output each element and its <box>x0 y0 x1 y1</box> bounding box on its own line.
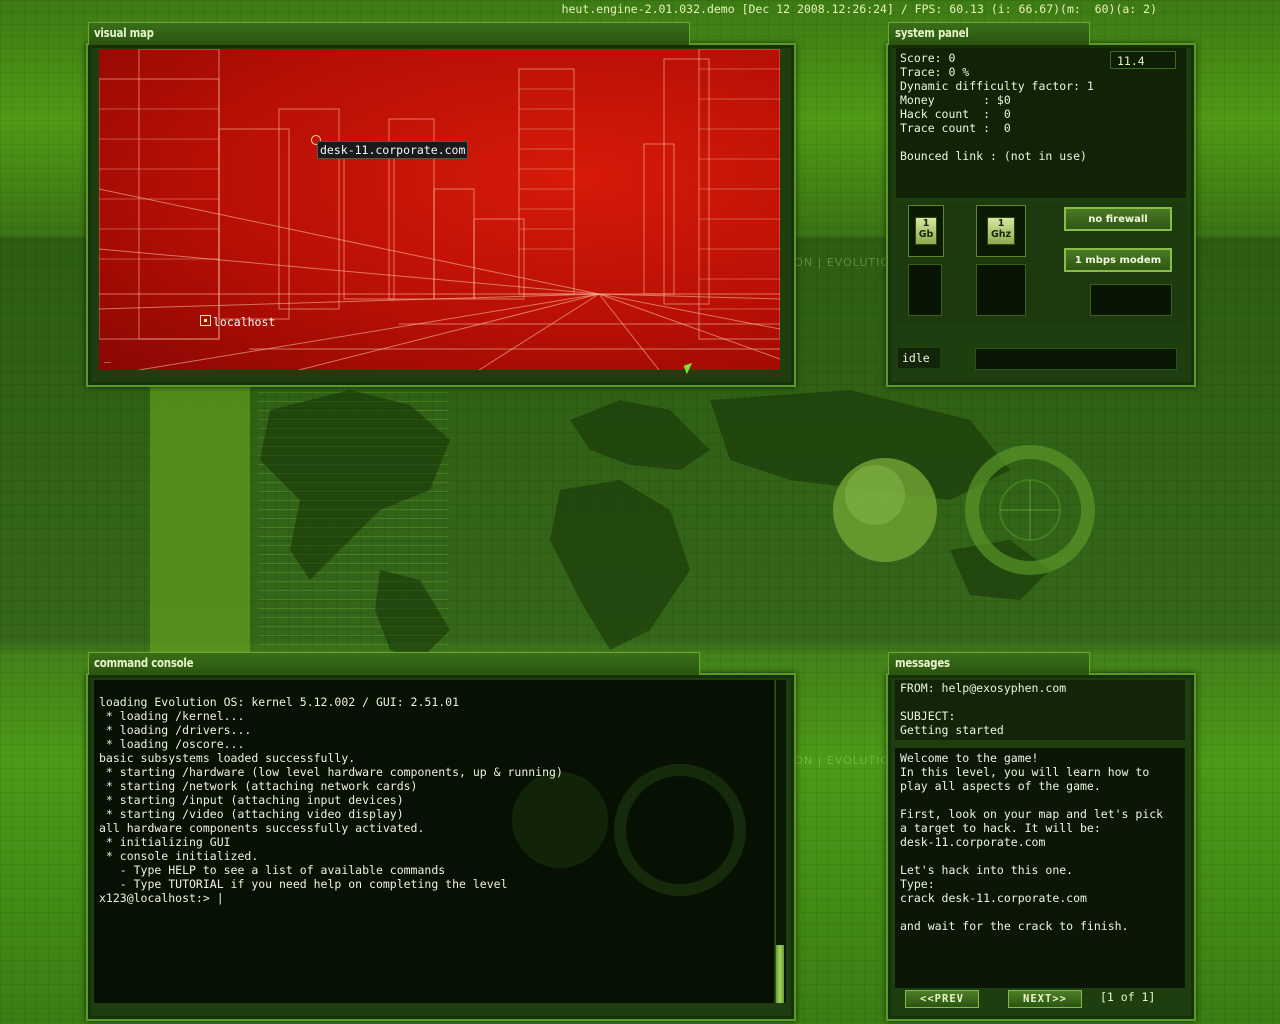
city-wireframe-view[interactable]: desk-11.corporate.com localhost _ <box>99 49 780 370</box>
stat-trace-count: Trace count : 0 <box>900 121 1011 135</box>
console-line: all hardware components successfully act… <box>99 821 425 835</box>
console-scrollbar-thumb[interactable] <box>776 945 784 1003</box>
message-subject-label: SUBJECT: <box>900 709 956 723</box>
background-watermark: ION | EVOLUTIO <box>790 256 891 269</box>
console-line: * starting /video (attaching video displ… <box>99 807 404 821</box>
engine-status-readout: heut.engine-2.01.032.demo [Dec 12 2008.1… <box>561 2 1157 16</box>
memory-slot-empty[interactable] <box>908 264 942 316</box>
message-line: a target to hack. It will be: <box>900 821 1101 835</box>
localhost-label[interactable]: localhost <box>213 315 275 329</box>
cpu-chip[interactable]: 1 Ghz <box>976 205 1026 257</box>
message-line: Welcome to the game! <box>900 751 1039 765</box>
system-stats-text: Score: 0 Trace: 0 % Dynamic difficulty f… <box>900 51 1094 163</box>
prev-message-button[interactable]: <<PREV <box>905 990 979 1008</box>
console-line: * console initialized. <box>99 849 259 863</box>
target-host-label[interactable]: desk-11.corporate.com <box>317 141 469 159</box>
extra-hardware-slot[interactable] <box>1090 284 1172 316</box>
system-progress-bar <box>975 348 1177 370</box>
stat-score: Score: 0 <box>900 51 956 65</box>
visual-map-title: visual map <box>94 26 154 40</box>
console-line: * loading /drivers... <box>99 723 252 737</box>
console-output-text: loading Evolution OS: kernel 5.12.002 / … <box>99 695 563 905</box>
message-from: FROM: help@exosyphen.com <box>900 681 1067 695</box>
message-line: desk-11.corporate.com <box>900 835 1046 849</box>
message-page-indicator: [1 of 1] <box>1100 990 1156 1004</box>
message-body-text: Welcome to the game! In this level, you … <box>900 751 1163 933</box>
messages-title: messages <box>895 656 950 670</box>
system-panel-title: system panel <box>895 26 969 40</box>
cpu-slot-empty[interactable] <box>976 264 1026 316</box>
console-input-prompt[interactable]: x123@localhost:> | <box>99 891 224 905</box>
world-map-graphic <box>260 390 1095 660</box>
console-line: loading Evolution OS: kernel 5.12.002 / … <box>99 695 460 709</box>
stat-hack-count: Hack count : 0 <box>900 107 1011 121</box>
message-line: crack desk-11.corporate.com <box>900 891 1087 905</box>
cpu-chip-label: 1 Ghz <box>987 217 1015 245</box>
console-line: - Type TUTORIAL if you need help on comp… <box>99 877 508 891</box>
message-line: In this level, you will learn how to <box>900 765 1150 779</box>
message-line: First, look on your map and let's pick <box>900 807 1164 821</box>
console-line: * loading /oscore... <box>99 737 245 751</box>
console-line: basic subsystems loaded successfully. <box>99 751 356 765</box>
system-status-label: idle <box>898 348 940 368</box>
score-readout: 11.4 <box>1110 51 1176 69</box>
stat-bounced-link: Bounced link : (not in use) <box>900 149 1087 163</box>
message-subject: Getting started <box>900 723 1004 737</box>
command-console-title: command console <box>94 656 194 670</box>
visual-map-title-tab <box>88 22 690 45</box>
stat-money: Money : $0 <box>900 93 1011 107</box>
firewall-slot[interactable]: no firewall <box>1064 207 1172 231</box>
console-line: * loading /kernel... <box>99 709 245 723</box>
console-line: * starting /hardware (low level hardware… <box>99 765 563 779</box>
message-line: Let's hack into this one. <box>900 863 1074 877</box>
memory-chip[interactable]: 1 Gb <box>908 205 944 257</box>
background-watermark: ION | EVOLUTIO <box>790 754 891 767</box>
next-message-button[interactable]: NEXT>> <box>1008 990 1082 1008</box>
modem-slot[interactable]: 1 mbps modem <box>1064 248 1172 272</box>
console-line: - Type HELP to see a list of available c… <box>99 863 446 877</box>
memory-chip-label: 1 Gb <box>915 217 937 245</box>
console-line: * starting /network (attaching network c… <box>99 779 418 793</box>
localhost-node-icon[interactable] <box>200 315 211 326</box>
console-line: * starting /input (attaching input devic… <box>99 793 404 807</box>
stat-difficulty: Dynamic difficulty factor: 1 <box>900 79 1094 93</box>
message-line: play all aspects of the game. <box>900 779 1101 793</box>
message-line: Type: <box>900 877 935 891</box>
map-prompt-marker: _ <box>104 349 111 363</box>
console-line: * initializing GUI <box>99 835 231 849</box>
message-line: and wait for the crack to finish. <box>900 919 1129 933</box>
stat-trace: Trace: 0 % <box>900 65 970 79</box>
